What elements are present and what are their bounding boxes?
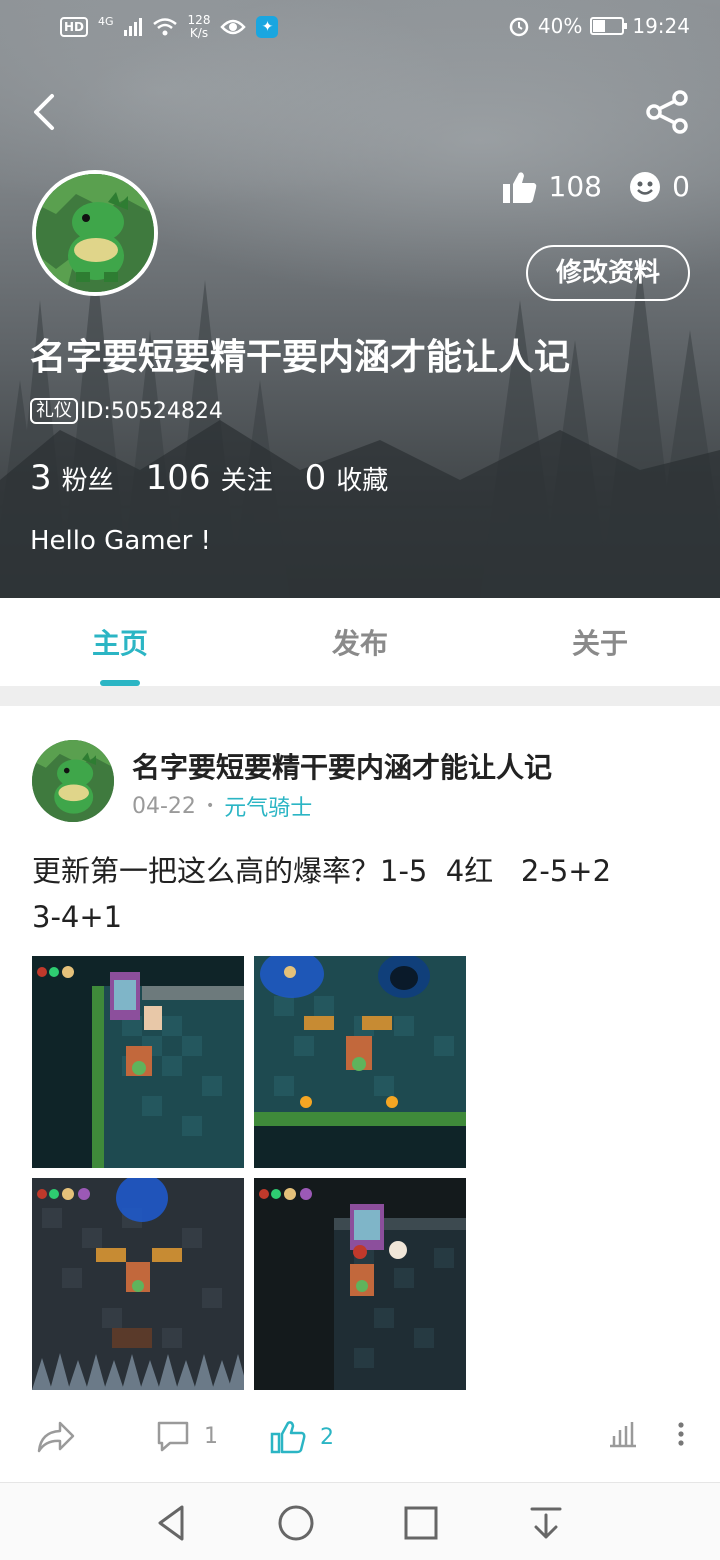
share-icon[interactable] — [646, 90, 690, 134]
section-divider — [0, 686, 720, 706]
forward-button[interactable] — [36, 1420, 76, 1454]
smiles-count: 0 — [672, 170, 690, 203]
post-image-4[interactable] — [254, 1178, 466, 1390]
followers-count[interactable]: 3 — [30, 458, 52, 498]
tab-posts[interactable]: 发布 — [240, 622, 480, 662]
eye-icon — [220, 19, 247, 35]
profile-likes[interactable]: 108 — [502, 170, 602, 203]
profile-smiles[interactable]: 0 — [630, 170, 690, 203]
profile-tabs: 主页 发布 关于 — [0, 598, 720, 686]
post-image-2[interactable] — [254, 956, 466, 1168]
network-type: 4G — [98, 14, 114, 28]
post-actions: 1 2 — [0, 1410, 720, 1470]
profile-stats: 3 粉丝 106 关注 0 收藏 — [30, 458, 420, 498]
wifi-icon — [152, 18, 177, 36]
nav-recents-icon[interactable] — [399, 1501, 443, 1545]
alarm-icon — [509, 17, 529, 37]
edit-profile-button[interactable]: 修改资料 — [526, 245, 690, 301]
post-meta: 04-22 • 元气骑士 — [132, 790, 312, 822]
game-screenshot-image — [254, 956, 466, 1168]
like-count: 2 — [320, 1424, 334, 1450]
etiquette-badge[interactable]: 礼仪 — [30, 398, 78, 424]
nav-home-icon[interactable] — [274, 1501, 318, 1545]
dinosaur-avatar-icon — [32, 740, 114, 822]
dinosaur-avatar-icon — [36, 174, 154, 292]
profile-header: HD 4G 128 K/s ✦ 40% 19:24 108 0 修改资料 名字要… — [0, 0, 720, 598]
profile-id-row: 礼仪 ID:50524824 — [30, 398, 223, 424]
tab-about[interactable]: 关于 — [480, 622, 720, 662]
battery-icon — [590, 17, 628, 35]
signal-icon — [123, 18, 142, 36]
following-count[interactable]: 106 — [146, 458, 211, 498]
comment-count: 1 — [204, 1423, 218, 1449]
following-label[interactable]: 关注 — [221, 460, 273, 497]
lightbulb-icon: ✦ — [256, 16, 279, 38]
nav-notification-pulldown-icon[interactable] — [524, 1501, 568, 1545]
game-screenshot-image — [254, 1178, 466, 1390]
like-button[interactable]: 2 — [270, 1420, 334, 1454]
status-bar: HD 4G 128 K/s ✦ 40% 19:24 — [0, 0, 720, 56]
post-image-1[interactable] — [32, 956, 244, 1168]
game-screenshot-image — [32, 1178, 244, 1390]
forward-arrow-icon — [37, 1421, 75, 1453]
back-arrow-icon[interactable] — [28, 92, 64, 132]
post-game-tag[interactable]: 元气骑士 — [224, 790, 312, 822]
favorites-count[interactable]: 0 — [305, 458, 327, 498]
post-date: 04-22 — [132, 793, 196, 819]
game-screenshot-image — [32, 956, 244, 1168]
meta-separator: • — [205, 798, 215, 814]
comment-icon — [157, 1421, 189, 1452]
likes-count: 108 — [548, 170, 602, 203]
stats-button[interactable] — [608, 1420, 638, 1448]
post-image-3[interactable] — [32, 1178, 244, 1390]
user-id: ID:50524824 — [80, 398, 223, 424]
profile-avatar[interactable] — [32, 170, 158, 296]
comment-button[interactable]: 1 — [156, 1420, 218, 1452]
tab-home[interactable]: 主页 — [0, 622, 240, 662]
smiley-icon — [630, 171, 661, 202]
post-author-name[interactable]: 名字要短要精干要内涵才能让人记 — [132, 746, 552, 786]
thumbs-up-icon — [270, 1421, 306, 1454]
favorites-label[interactable]: 收藏 — [336, 460, 388, 497]
bar-chart-icon — [610, 1422, 636, 1448]
system-navigation-bar — [0, 1482, 720, 1560]
nav-back-icon[interactable] — [150, 1501, 194, 1545]
post-author-avatar[interactable] — [32, 740, 114, 822]
followers-label[interactable]: 粉丝 — [62, 460, 114, 497]
more-vertical-icon — [678, 1422, 684, 1446]
profile-bio: Hello Gamer ! — [30, 526, 211, 556]
battery-percent: 40% — [537, 14, 583, 38]
profile-username: 名字要短要精干要内涵才能让人记 — [30, 337, 571, 378]
network-speed: 128 K/s — [187, 13, 211, 40]
thumbs-up-icon — [502, 171, 536, 203]
clock: 19:24 — [632, 14, 690, 38]
post-text[interactable]: 更新第一把这么高的爆率？1-5 4红 2-5+2 3-4+1 — [32, 848, 672, 940]
more-options-button[interactable] — [676, 1420, 686, 1448]
hd-indicator: HD — [60, 17, 89, 37]
